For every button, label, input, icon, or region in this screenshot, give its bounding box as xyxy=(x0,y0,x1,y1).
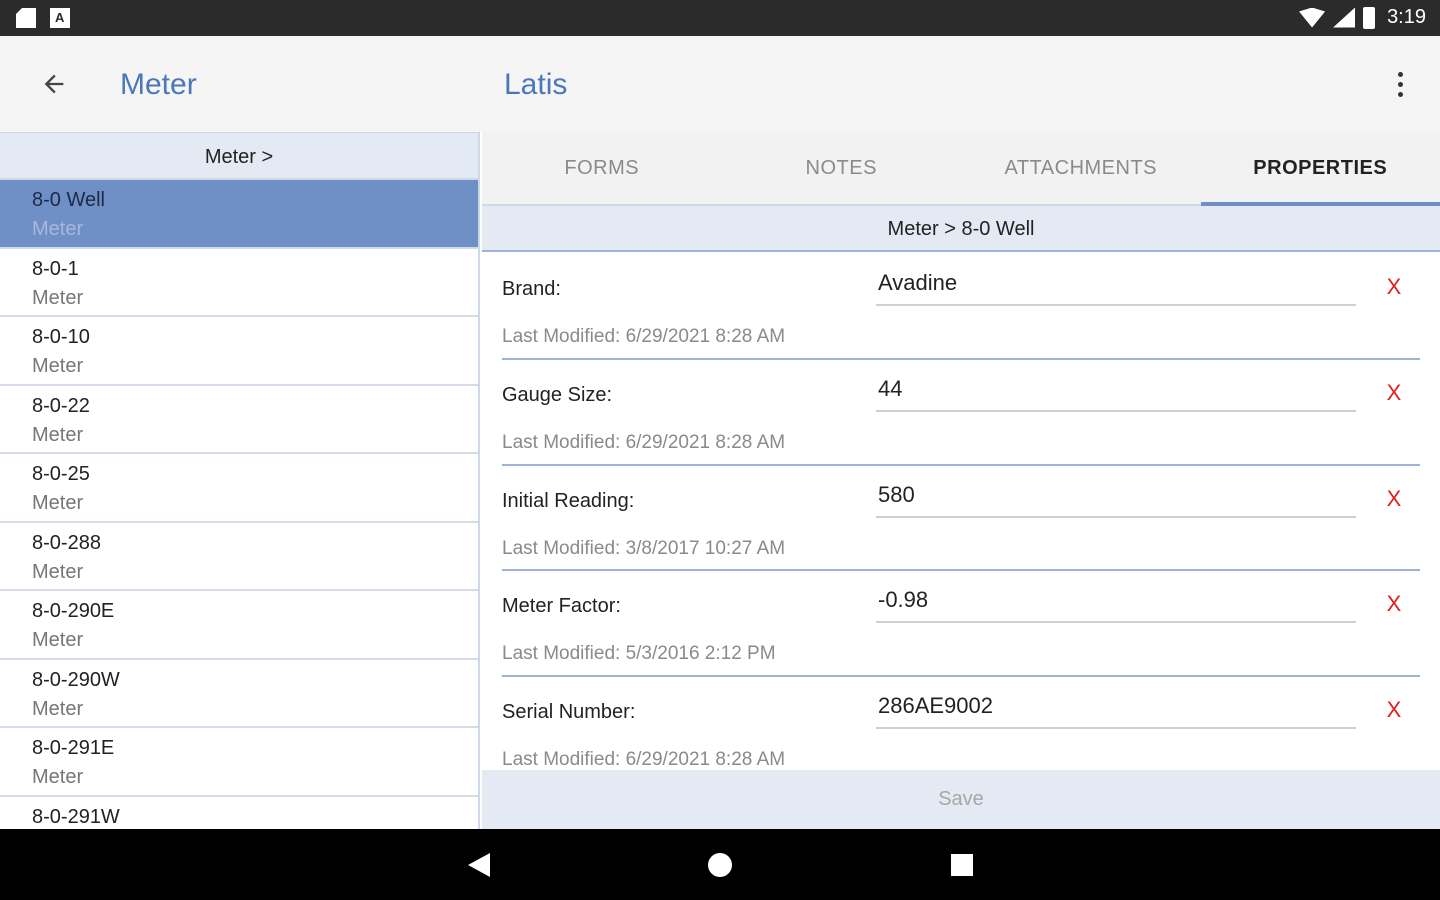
property-label: Meter Factor: xyxy=(502,595,621,618)
list-item-type: Meter xyxy=(32,560,84,583)
clear-serial-number-button[interactable]: X xyxy=(1382,697,1406,723)
list-item[interactable]: 8-0-1 Meter xyxy=(0,249,478,317)
property-label: Gauge Size: xyxy=(502,383,613,406)
list-item-type: Meter xyxy=(32,286,84,309)
arrow-back-icon xyxy=(44,74,64,94)
wifi-icon xyxy=(1299,7,1326,28)
meter-list-pane: Meter > 8-0 Well Meter 8-0-1 Meter 8-0-1… xyxy=(0,132,480,829)
properties-list: Brand: Avadine X Last Modified: 6/29/202… xyxy=(482,254,1440,770)
system-nav-bar xyxy=(0,829,1440,900)
list-item-type: Meter xyxy=(32,766,84,788)
gauge-size-field[interactable]: 44 xyxy=(876,372,1356,412)
tab-attachments[interactable]: ATTACHMENTS xyxy=(961,132,1201,204)
property-label: Brand: xyxy=(502,278,561,300)
list-item-name: 8-0-288 xyxy=(32,531,101,554)
meter-list: 8-0 Well Meter 8-0-1 Meter 8-0-10 Meter … xyxy=(0,180,478,829)
nav-back-icon[interactable] xyxy=(468,853,490,877)
status-bar: 3:19 xyxy=(0,0,1440,36)
status-bar-right: 3:19 xyxy=(1299,6,1426,29)
list-item-type: Meter xyxy=(32,218,84,240)
property-row-serial-number: Serial Number: 286AE9002 X Last Modified… xyxy=(502,677,1420,770)
last-modified-text: Last Modified: 3/8/2017 10:27 AM xyxy=(502,537,786,559)
nav-home-icon[interactable] xyxy=(708,853,732,877)
list-item-type: Meter xyxy=(32,355,84,377)
clear-brand-button[interactable]: X xyxy=(1382,274,1406,300)
list-item[interactable]: 8-0-290W Meter xyxy=(0,660,478,728)
clear-gauge-size-button[interactable]: X xyxy=(1382,380,1406,406)
list-item-name: 8-0-25 xyxy=(32,463,90,485)
last-modified-text: Last Modified: 6/29/2021 8:28 AM xyxy=(502,749,786,770)
more-vert-icon xyxy=(1397,91,1403,97)
more-vert-icon xyxy=(1397,71,1403,77)
property-row-initial-reading: Initial Reading: 580 X Last Modified: 3/… xyxy=(502,466,1420,572)
brand-field[interactable]: Avadine xyxy=(876,266,1356,306)
list-item-name: 8-0-22 xyxy=(32,394,90,417)
clear-initial-reading-button[interactable]: X xyxy=(1382,486,1406,512)
property-label: Initial Reading: xyxy=(502,489,635,512)
more-vert-icon xyxy=(1397,81,1403,87)
list-item[interactable]: 8-0 Well Meter xyxy=(0,180,478,249)
battery-icon xyxy=(1363,6,1376,29)
app-bar: Meter Latis xyxy=(0,36,1440,132)
left-pane-title: Meter xyxy=(120,68,197,101)
detail-breadcrumb: Meter > 8-0 Well xyxy=(482,206,1440,252)
list-item-name: 8-0-290W xyxy=(32,668,120,691)
list-item-name: 8-0-1 xyxy=(32,257,79,280)
tab-bar: FORMS NOTES ATTACHMENTS PROPERTIES xyxy=(482,132,1440,206)
list-item-type: Meter xyxy=(32,423,84,446)
list-item[interactable]: 8-0-22 Meter xyxy=(0,386,478,454)
overflow-menu-button[interactable] xyxy=(1388,66,1412,102)
property-row-meter-factor: Meter Factor: -0.98 X Last Modified: 5/3… xyxy=(502,571,1420,678)
list-item-type: Meter xyxy=(32,697,84,720)
save-button[interactable]: Save xyxy=(482,770,1440,829)
app-title: Latis xyxy=(504,68,568,101)
tab-properties[interactable]: PROPERTIES xyxy=(1200,132,1440,206)
list-breadcrumb[interactable]: Meter > xyxy=(0,132,478,180)
list-item[interactable]: 8-0-291W xyxy=(0,797,478,830)
tab-forms[interactable]: FORMS xyxy=(482,132,722,204)
detail-pane: FORMS NOTES ATTACHMENTS PROPERTIES Meter… xyxy=(482,132,1440,829)
last-modified-text: Last Modified: 5/3/2016 2:12 PM xyxy=(502,643,776,665)
status-time: 3:19 xyxy=(1387,6,1426,28)
tab-notes[interactable]: NOTES xyxy=(722,132,962,204)
a-notification-icon xyxy=(50,8,70,28)
list-item-name: 8-0-290E xyxy=(32,600,115,622)
meter-factor-field[interactable]: -0.98 xyxy=(876,583,1356,624)
signal-icon xyxy=(1333,7,1356,28)
back-button[interactable] xyxy=(34,64,74,104)
list-item-name: 8-0-10 xyxy=(32,326,90,348)
property-row-gauge-size: Gauge Size: 44 X Last Modified: 6/29/202… xyxy=(502,360,1420,466)
list-item-name: 8-0-291E xyxy=(32,737,115,759)
property-label: Serial Number: xyxy=(502,701,636,724)
list-item[interactable]: 8-0-291E Meter xyxy=(0,728,478,797)
property-row-brand: Brand: Avadine X Last Modified: 6/29/202… xyxy=(502,254,1420,360)
list-item-name: 8-0-291W xyxy=(32,805,120,828)
nav-recents-icon[interactable] xyxy=(951,854,973,876)
last-modified-text: Last Modified: 6/29/2021 8:28 AM xyxy=(502,326,786,347)
sd-card-icon xyxy=(16,8,36,28)
serial-number-field[interactable]: 286AE9002 xyxy=(876,689,1356,730)
initial-reading-field[interactable]: 580 xyxy=(876,478,1356,518)
list-item[interactable]: 8-0-288 Meter xyxy=(0,523,478,591)
list-item-type: Meter xyxy=(32,629,84,651)
list-item[interactable]: 8-0-290E Meter xyxy=(0,591,478,660)
last-modified-text: Last Modified: 6/29/2021 8:28 AM xyxy=(502,431,786,453)
list-item-name: 8-0 Well xyxy=(32,189,105,211)
list-item[interactable]: 8-0-10 Meter xyxy=(0,317,478,386)
list-item-type: Meter xyxy=(32,492,84,514)
list-item[interactable]: 8-0-25 Meter xyxy=(0,454,478,523)
status-bar-left xyxy=(16,8,70,28)
clear-meter-factor-button[interactable]: X xyxy=(1382,591,1406,617)
